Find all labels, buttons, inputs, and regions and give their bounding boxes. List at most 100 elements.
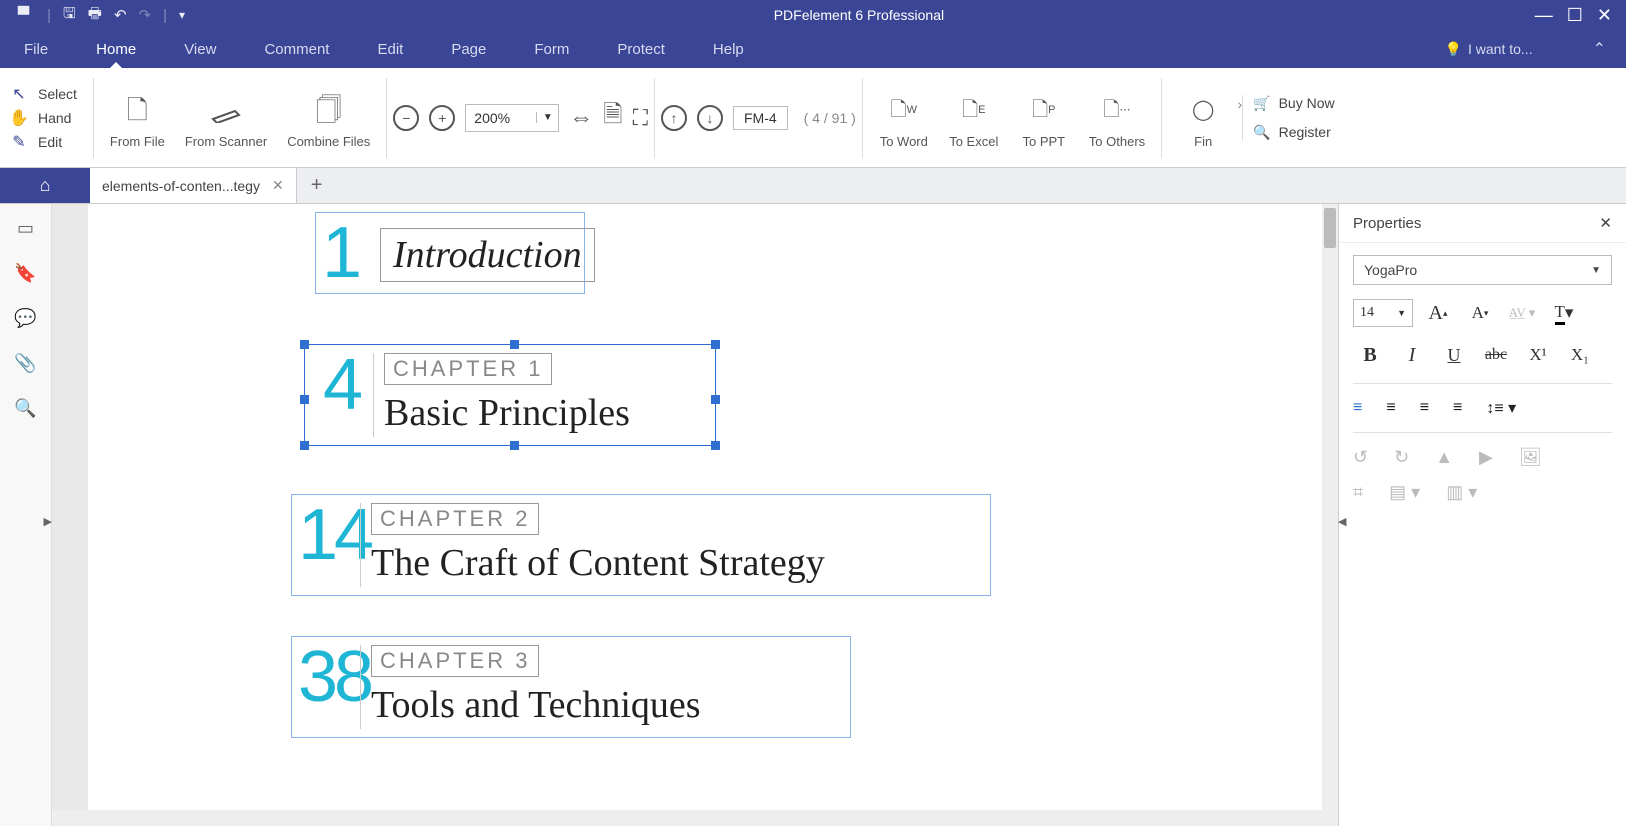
horizontal-scrollbar[interactable] <box>52 810 1338 826</box>
selection-handle[interactable] <box>300 395 309 404</box>
thumbnails-icon[interactable]: ▭ <box>17 218 34 239</box>
edit-icon: ✎ <box>8 132 30 152</box>
home-tab[interactable]: ⌂ <box>0 168 90 203</box>
rotate-right-button[interactable]: ↻ <box>1394 447 1409 468</box>
expand-leftrail-button[interactable]: ▶ <box>44 515 52 528</box>
close-panel-button[interactable]: ✕ <box>1599 214 1612 232</box>
align-justify-button[interactable]: ≡ <box>1453 399 1462 417</box>
font-color-button[interactable]: T ▾ <box>1547 299 1581 327</box>
next-page-button[interactable]: ↓ <box>697 105 723 131</box>
to-others-button[interactable]: 🗋⋯To Others <box>1079 86 1155 149</box>
italic-button[interactable]: I <box>1395 341 1429 369</box>
from-file-button[interactable]: 🗋From File <box>100 86 175 149</box>
selection-handle[interactable] <box>711 441 720 450</box>
edit-mode-button[interactable]: ✎Edit <box>8 132 77 152</box>
align-left-button[interactable]: ≡ <box>1353 399 1362 417</box>
font-size-dropdown[interactable]: 14 ▼ <box>1353 299 1413 327</box>
vertical-scrollbar[interactable] <box>1322 204 1338 826</box>
tell-me-search[interactable]: 💡 I want to... <box>1445 30 1573 68</box>
toc-entry-chapter-3[interactable]: 38 CHAPTER 3 Tools and Techniques <box>291 636 851 738</box>
subscript-button[interactable]: X₁ <box>1563 341 1597 369</box>
menu-file[interactable]: File <box>0 30 72 68</box>
align-center-button[interactable]: ≡ <box>1386 399 1395 417</box>
redo-icon[interactable]: ↷ <box>139 6 152 24</box>
bookmarks-icon[interactable]: 🔖 <box>14 263 36 284</box>
collapse-ribbon-button[interactable]: ⌃ <box>1573 30 1626 68</box>
zoom-out-button[interactable]: − <box>393 105 419 131</box>
selection-handle[interactable] <box>300 441 309 450</box>
collapse-properties-button[interactable]: ◀ <box>1338 515 1346 528</box>
font-family-value: YogaPro <box>1364 262 1417 278</box>
fit-width-button[interactable]: ⇔ <box>569 104 593 132</box>
minimize-button[interactable]: ― <box>1535 5 1553 26</box>
document-canvas[interactable]: 1 Introduction 4 CHAPTER 1 Basic Princip… <box>52 204 1338 826</box>
toc-entry-intro[interactable]: 1 Introduction <box>315 212 585 294</box>
qat-more-icon[interactable]: ▾ <box>179 8 185 22</box>
save-icon[interactable]: 🖫 <box>63 3 76 28</box>
rotate-left-button[interactable]: ↺ <box>1353 447 1368 468</box>
comments-icon[interactable]: 💬 <box>14 308 36 329</box>
flip-horizontal-button[interactable]: ▶ <box>1479 447 1493 468</box>
line-spacing-button[interactable]: ↕≡ ▾ <box>1486 398 1516 418</box>
chevron-down-icon: ▼ <box>536 112 558 123</box>
actual-size-button[interactable]: ⛶ <box>633 105 648 131</box>
toc-page-number: 38 <box>292 637 346 737</box>
distribute-button[interactable]: ▥ ▾ <box>1446 482 1477 503</box>
menu-edit[interactable]: Edit <box>353 30 427 68</box>
register-button[interactable]: 🔍Register <box>1253 124 1334 141</box>
underline-button[interactable]: U <box>1437 341 1471 369</box>
print-icon[interactable]: 🖶 <box>88 3 102 28</box>
prev-page-button[interactable]: ↑ <box>661 105 687 131</box>
crop-button[interactable]: ⌗ <box>1353 482 1363 503</box>
find-button-truncated[interactable]: ◯Fin <box>1168 86 1238 149</box>
strikethrough-button[interactable]: abc <box>1479 341 1513 369</box>
combine-files-button[interactable]: 🗍Combine Files <box>277 86 380 149</box>
close-tab-button[interactable]: ✕ <box>272 177 284 194</box>
align-right-button[interactable]: ≡ <box>1420 399 1429 417</box>
document-tab[interactable]: elements-of-conten...tegy ✕ <box>90 168 297 203</box>
superscript-button[interactable]: X¹ <box>1521 341 1555 369</box>
close-button[interactable]: ✕ <box>1597 5 1612 26</box>
selection-handle[interactable] <box>510 340 519 349</box>
menu-home[interactable]: Home <box>72 30 160 68</box>
bold-button[interactable]: B <box>1353 341 1387 369</box>
selection-handle[interactable] <box>300 340 309 349</box>
menu-view[interactable]: View <box>160 30 240 68</box>
grow-font-button[interactable]: A▴ <box>1421 299 1455 327</box>
toc-entry-chapter-1-selected[interactable]: 4 CHAPTER 1 Basic Principles <box>304 344 716 446</box>
selection-handle[interactable] <box>711 340 720 349</box>
font-family-dropdown[interactable]: YogaPro ▼ <box>1353 255 1612 285</box>
to-excel-button[interactable]: 🗋ETo Excel <box>939 86 1009 149</box>
fit-page-button[interactable]: 🗎 <box>603 97 622 138</box>
undo-icon[interactable]: ↶ <box>114 6 127 24</box>
new-tab-button[interactable]: + <box>297 168 337 203</box>
zoom-in-button[interactable]: + <box>429 105 455 131</box>
buy-now-button[interactable]: 🛒Buy Now <box>1253 95 1334 112</box>
maximize-button[interactable]: ☐ <box>1567 5 1583 26</box>
page-number-input[interactable]: FM-4 <box>733 106 788 130</box>
selection-handle[interactable] <box>510 441 519 450</box>
from-scanner-button[interactable]: From Scanner <box>175 86 277 149</box>
menu-form[interactable]: Form <box>510 30 593 68</box>
search-icon[interactable]: 🔍 <box>14 398 36 419</box>
hand-mode-button[interactable]: ✋Hand <box>8 108 77 128</box>
toc-page-number: 14 <box>292 495 346 595</box>
shrink-font-button[interactable]: A▾ <box>1463 299 1497 327</box>
align-objects-button[interactable]: ▤ ▾ <box>1389 482 1420 503</box>
selection-handle[interactable] <box>711 395 720 404</box>
select-mode-button[interactable]: ↖Select <box>8 84 77 104</box>
menu-comment[interactable]: Comment <box>240 30 353 68</box>
char-spacing-button[interactable]: A̲V̲ ▾ <box>1505 299 1539 327</box>
attachments-icon[interactable]: 📎 <box>14 353 36 374</box>
zoom-level-dropdown[interactable]: 200% ▼ <box>465 104 559 132</box>
image-placeholder-icon[interactable]: 🖼 <box>1519 447 1542 468</box>
to-ppt-button[interactable]: 🗋PTo PPT <box>1009 86 1079 149</box>
scrollbar-thumb[interactable] <box>1324 208 1336 248</box>
menu-protect[interactable]: Protect <box>593 30 689 68</box>
menu-help[interactable]: Help <box>689 30 768 68</box>
menu-page[interactable]: Page <box>427 30 510 68</box>
hand-icon: ✋ <box>8 108 30 128</box>
flip-vertical-button[interactable]: ▲ <box>1435 447 1453 468</box>
to-word-button[interactable]: 🗋WTo Word <box>869 86 939 149</box>
toc-entry-chapter-2[interactable]: 14 CHAPTER 2 The Craft of Content Strate… <box>291 494 991 596</box>
